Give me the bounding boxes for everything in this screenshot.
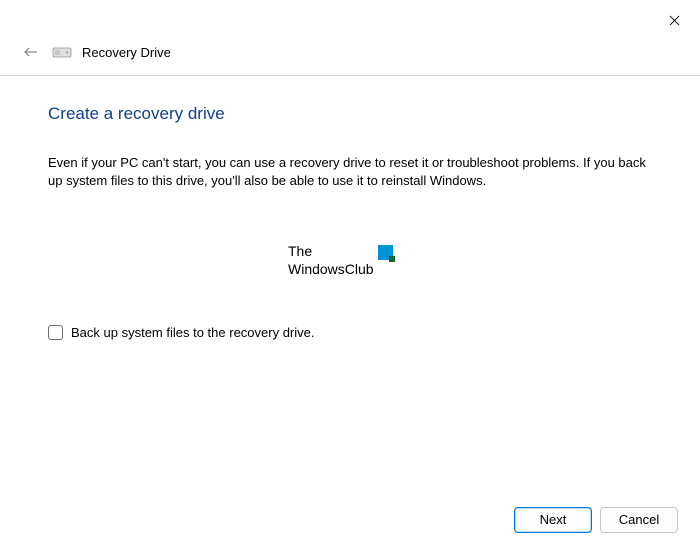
- description-text: Even if your PC can't start, you can use…: [48, 154, 648, 190]
- checkbox-label: Back up system files to the recovery dri…: [71, 325, 314, 340]
- header: Recovery Drive: [0, 36, 700, 76]
- next-button[interactable]: Next: [514, 507, 592, 533]
- back-arrow-icon: [23, 44, 39, 60]
- watermark: The WindowsClub: [288, 243, 393, 278]
- watermark-icon: [378, 245, 393, 260]
- page-title: Create a recovery drive: [48, 104, 652, 124]
- close-icon: [669, 15, 680, 26]
- footer: Next Cancel: [0, 507, 700, 533]
- close-button[interactable]: [658, 8, 690, 32]
- content-area: Create a recovery drive Even if your PC …: [0, 76, 700, 340]
- watermark-line2: WindowsClub: [288, 261, 374, 279]
- titlebar: [0, 0, 700, 36]
- header-title: Recovery Drive: [82, 45, 171, 60]
- backup-checkbox[interactable]: [48, 325, 63, 340]
- watermark-line1: The: [288, 243, 374, 261]
- checkbox-row: Back up system files to the recovery dri…: [48, 325, 652, 340]
- drive-icon: [52, 44, 72, 60]
- back-button[interactable]: [20, 41, 42, 63]
- cancel-button[interactable]: Cancel: [600, 507, 678, 533]
